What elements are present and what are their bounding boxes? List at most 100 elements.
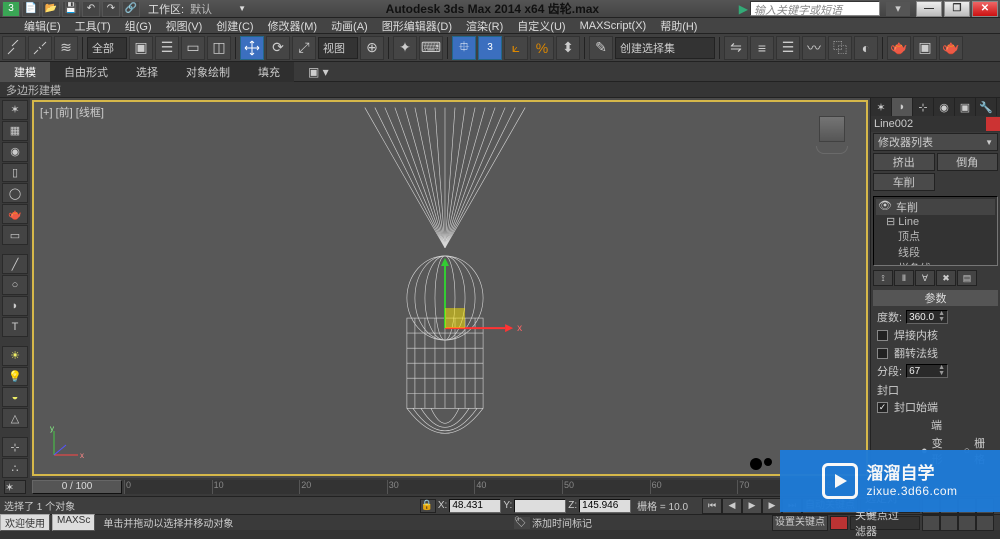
display-panel-tab-icon[interactable]: ▣ [955,98,976,116]
text-shape-icon[interactable]: T [2,317,28,337]
make-unique-icon[interactable]: ∀ [915,270,935,286]
maxscript-tab[interactable]: MAXSc [52,514,95,531]
render-prod-icon[interactable]: 🫖 [939,36,963,60]
align-icon[interactable]: ≡ [750,36,774,60]
unlink-icon[interactable] [28,36,52,60]
pin-stack-icon[interactable]: ⟟ [873,270,893,286]
infocenter-arrow-icon[interactable]: ▶ [739,2,748,16]
select-move-icon[interactable] [240,36,264,60]
stack-sub-vertex[interactable]: 顶点 [876,228,995,244]
goto-start-icon[interactable]: ⏮ [702,498,722,514]
motion-panel-tab-icon[interactable]: ◉ [934,98,955,116]
configure-sets-icon[interactable]: ▤ [957,270,977,286]
modifier-list-dropdown[interactable]: 修改器列表 [873,133,998,151]
tab-objectpaint[interactable]: 对象绘制 [172,62,244,82]
select-manipulate-icon[interactable]: ✦ [393,36,417,60]
tab-populate[interactable]: 填充 [244,62,294,82]
tab-modeling[interactable]: 建模 [0,62,50,82]
lock-selection-icon[interactable]: 🔒 [420,499,436,513]
show-end-result-icon[interactable]: Ⅱ [894,270,914,286]
bind-spacewarp-icon[interactable]: ≋ [54,36,78,60]
menu-modifiers[interactable]: 修改器(M) [262,18,324,34]
transform-x-input[interactable] [449,499,501,513]
flip-normals-checkbox[interactable] [877,348,888,359]
modify-panel-tab-icon[interactable]: ◗ [892,98,913,116]
stack-sub-spline[interactable]: 样条线 [876,260,995,266]
zoom-extents-icon[interactable] [976,515,994,531]
layers-icon[interactable]: ☰ [776,36,800,60]
extrude-button[interactable]: 挤出 [873,153,935,171]
render-frame-icon[interactable]: ▣ [913,36,937,60]
select-rect-icon[interactable]: ▭ [181,36,205,60]
weld-core-checkbox[interactable] [877,330,888,341]
degrees-spinner[interactable]: 360.0▲▼ [906,310,948,324]
search-input[interactable]: 输入关键字或短语 [750,1,880,16]
hierarchy-panel-tab-icon[interactable]: ⊹ [913,98,934,116]
menu-create[interactable]: 创建(C) [210,18,259,34]
viewcube[interactable] [812,116,852,156]
light-omni-icon[interactable]: ☀ [2,346,28,366]
teapot-icon[interactable]: 🫖 [2,204,28,224]
workspace-selector[interactable]: 工作区: 默认 ▼ [148,1,246,17]
menu-rendering[interactable]: 渲染(R) [460,18,509,34]
curve-editor-icon[interactable]: 〰 [802,36,826,60]
cylinder-icon[interactable]: ▯ [2,163,28,183]
add-time-tag[interactable]: 添加时间标记 [532,515,592,530]
undo-icon[interactable]: ↶ [82,1,100,17]
tab-selection[interactable]: 选择 [122,62,172,82]
window-crossing-icon[interactable]: ◫ [207,36,231,60]
arc-shape-icon[interactable]: ◗ [2,296,28,316]
prev-frame-icon[interactable]: ◀ [722,498,742,514]
close-button[interactable]: ✕ [972,1,998,17]
select-scale-icon[interactable]: ⤢ [292,36,316,60]
keyboard-shortcut-icon[interactable]: ⌨ [419,36,443,60]
percent-snap-icon[interactable]: % [530,36,554,60]
app-icon[interactable]: 3 [2,1,20,17]
mirror-icon[interactable]: ⇋ [724,36,748,60]
time-slider[interactable]: 0 / 100 [32,480,122,494]
time-tag-icon[interactable]: 🏷 [514,517,530,529]
viewport-front[interactable]: [+] [前] [线框] [32,100,868,476]
cone-icon[interactable]: △ [2,408,28,428]
stack-sub-segment[interactable]: 线段 [876,244,995,260]
next-frame-icon[interactable]: ▶ [762,498,782,514]
set-key-icon[interactable]: ✶ [4,480,26,494]
edit-named-sel-icon[interactable]: ✎ [589,36,613,60]
selection-filter-dropdown[interactable]: 全部 [87,37,127,59]
select-rotate-icon[interactable]: ⟳ [266,36,290,60]
fov-icon[interactable] [958,515,976,531]
select-link-icon[interactable] [2,36,26,60]
modifier-stack[interactable]: 👁车削 ⊟ Line 顶点 线段 样条线 [873,196,998,266]
pivot-icon[interactable]: ⊕ [360,36,384,60]
setkey-button[interactable]: 设置关键点 [772,515,828,531]
torus-icon[interactable]: ◯ [2,183,28,203]
create-tab-icon[interactable]: ✶ [2,100,28,120]
light-spot-icon[interactable]: 💡 [2,367,28,387]
menu-edit[interactable]: 编辑(E) [18,18,67,34]
tab-freeform[interactable]: 自由形式 [50,62,122,82]
menu-tools[interactable]: 工具(T) [69,18,117,34]
play-icon[interactable]: ▶ [742,498,762,514]
reference-coord-dropdown[interactable]: 视图 [318,37,358,59]
redo-icon[interactable]: ↷ [102,1,120,17]
angle-snap-icon[interactable]: ⟀ [504,36,528,60]
lathe-button[interactable]: 车削 [873,173,935,191]
spinner-snap-icon[interactable]: ⬍ [556,36,580,60]
menu-animation[interactable]: 动画(A) [325,18,374,34]
circle-shape-icon[interactable]: ○ [2,275,28,295]
snap-3d-icon[interactable]: 3 [478,36,502,60]
link-icon[interactable]: 🔗 [122,1,140,17]
help-dropdown[interactable]: ▾ [886,2,910,16]
sphere-icon[interactable]: ◉ [2,142,28,162]
transform-z-input[interactable] [579,499,631,513]
menu-views[interactable]: 视图(V) [160,18,209,34]
create-panel-tab-icon[interactable]: ✶ [871,98,892,116]
select-name-icon[interactable]: ☰ [155,36,179,60]
light-direct-icon[interactable]: ◒ [2,387,28,407]
zoom-all-icon[interactable] [940,515,958,531]
key-filters-button[interactable]: 关键点过滤器 [850,516,920,530]
remove-modifier-icon[interactable]: ✖ [936,270,956,286]
material-editor-icon[interactable]: ◐ [854,36,878,60]
segments-spinner[interactable]: 67▲▼ [906,364,948,378]
transform-y-input[interactable] [514,499,566,513]
